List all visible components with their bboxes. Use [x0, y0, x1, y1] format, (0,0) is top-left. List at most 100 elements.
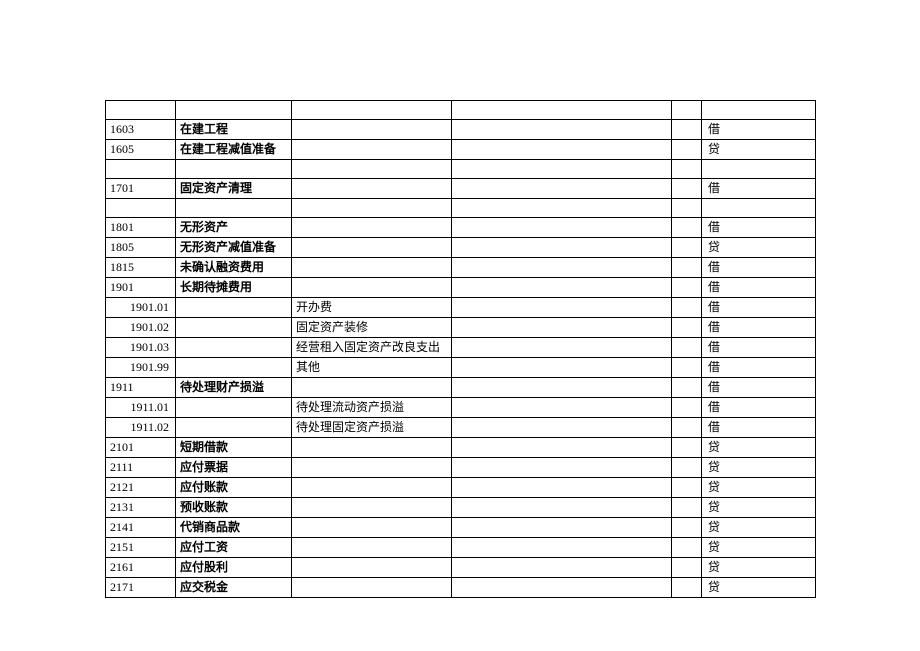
account-code: 2111: [106, 458, 176, 478]
table-row: 2101短期借款 贷: [106, 438, 816, 458]
table-row: 1605在建工程减值准备贷: [106, 140, 816, 160]
empty-col-5: [672, 218, 702, 238]
table-row: 1901.03经营租入固定资产改良支出借: [106, 338, 816, 358]
balance-direction: 借: [702, 298, 816, 318]
empty-col-5: [672, 498, 702, 518]
empty-col-4: [452, 478, 672, 498]
table-row: 2131预收账款贷: [106, 498, 816, 518]
empty-col-4: [452, 498, 672, 518]
account-subname: 其他: [292, 358, 452, 378]
account-name: [176, 199, 292, 218]
table-row: 2171应交税金贷: [106, 578, 816, 598]
table-row: 1801无形资产借: [106, 218, 816, 238]
empty-col-4: [452, 160, 672, 179]
account-subname: [292, 238, 452, 258]
empty-col-4: [452, 278, 672, 298]
table-row: [106, 160, 816, 179]
account-code: 1701: [106, 179, 176, 199]
account-code: 1805: [106, 238, 176, 258]
table-row: [106, 101, 816, 120]
account-name: 应付股利: [176, 558, 292, 578]
account-name: 应交税金: [176, 578, 292, 598]
account-code: 2101: [106, 438, 176, 458]
empty-col-5: [672, 558, 702, 578]
account-subname: [292, 478, 452, 498]
empty-col-4: [452, 238, 672, 258]
account-subname: [292, 498, 452, 518]
account-name: [176, 298, 292, 318]
table-row: 1911待处理财产损溢借: [106, 378, 816, 398]
empty-col-5: [672, 538, 702, 558]
table-row: 1901长期待摊费用借: [106, 278, 816, 298]
empty-col-5: [672, 398, 702, 418]
empty-col-4: [452, 179, 672, 199]
account-subname: [292, 140, 452, 160]
table-row: 1805无形资产减值准备 贷: [106, 238, 816, 258]
account-name: [176, 358, 292, 378]
account-subname: [292, 518, 452, 538]
account-code: 1901.02: [106, 318, 176, 338]
account-name: [176, 160, 292, 179]
empty-col-4: [452, 258, 672, 278]
account-name: 待处理财产损溢: [176, 378, 292, 398]
table-row: 1911.01待处理流动资产损溢借: [106, 398, 816, 418]
account-code: 1911.02: [106, 418, 176, 438]
account-subname: [292, 538, 452, 558]
account-code: 1605: [106, 140, 176, 160]
account-subname: [292, 258, 452, 278]
account-subname: [292, 458, 452, 478]
empty-col-5: [672, 298, 702, 318]
balance-direction: 贷: [702, 538, 816, 558]
empty-col-5: [672, 478, 702, 498]
empty-col-4: [452, 578, 672, 598]
account-code: 1815: [106, 258, 176, 278]
balance-direction: 贷: [702, 438, 816, 458]
table-row: 2161应付股利贷: [106, 558, 816, 578]
account-code: 1911: [106, 378, 176, 398]
empty-col-4: [452, 458, 672, 478]
account-name: 应付工资: [176, 538, 292, 558]
account-name: 短期借款: [176, 438, 292, 458]
account-name: [176, 318, 292, 338]
account-subname: 待处理流动资产损溢: [292, 398, 452, 418]
empty-col-5: [672, 518, 702, 538]
account-name: 固定资产清理: [176, 179, 292, 199]
empty-col-5: [672, 101, 702, 120]
account-subname: [292, 438, 452, 458]
balance-direction: 贷: [702, 518, 816, 538]
account-code: 1801: [106, 218, 176, 238]
empty-col-5: [672, 278, 702, 298]
empty-col-4: [452, 199, 672, 218]
empty-col-5: [672, 378, 702, 398]
account-code: 1901: [106, 278, 176, 298]
account-subname: [292, 199, 452, 218]
account-code: 2131: [106, 498, 176, 518]
empty-col-5: [672, 258, 702, 278]
empty-col-4: [452, 298, 672, 318]
account-code: 1901.99: [106, 358, 176, 378]
account-subname: [292, 160, 452, 179]
empty-col-5: [672, 140, 702, 160]
empty-col-5: [672, 120, 702, 140]
empty-col-5: [672, 238, 702, 258]
table-row: 2151应付工资贷: [106, 538, 816, 558]
empty-col-4: [452, 538, 672, 558]
table-row: 1701固定资产清理借: [106, 179, 816, 199]
account-name: 应付账款: [176, 478, 292, 498]
account-code: 1603: [106, 120, 176, 140]
balance-direction: 贷: [702, 238, 816, 258]
account-subname: [292, 558, 452, 578]
account-code: 2141: [106, 518, 176, 538]
empty-col-4: [452, 358, 672, 378]
account-code: [106, 160, 176, 179]
accounts-table: 1603在建工程借1605在建工程减值准备贷1701固定资产清理借1801无形资…: [105, 100, 816, 598]
balance-direction: 借: [702, 258, 816, 278]
table-row: 2121应付账款贷: [106, 478, 816, 498]
balance-direction: 贷: [702, 558, 816, 578]
account-name: 未确认融资费用: [176, 258, 292, 278]
balance-direction: 贷: [702, 578, 816, 598]
account-name: 预收账款: [176, 498, 292, 518]
account-code: 1901.03: [106, 338, 176, 358]
account-name: 无形资产减值准备: [176, 238, 292, 258]
account-code: [106, 199, 176, 218]
